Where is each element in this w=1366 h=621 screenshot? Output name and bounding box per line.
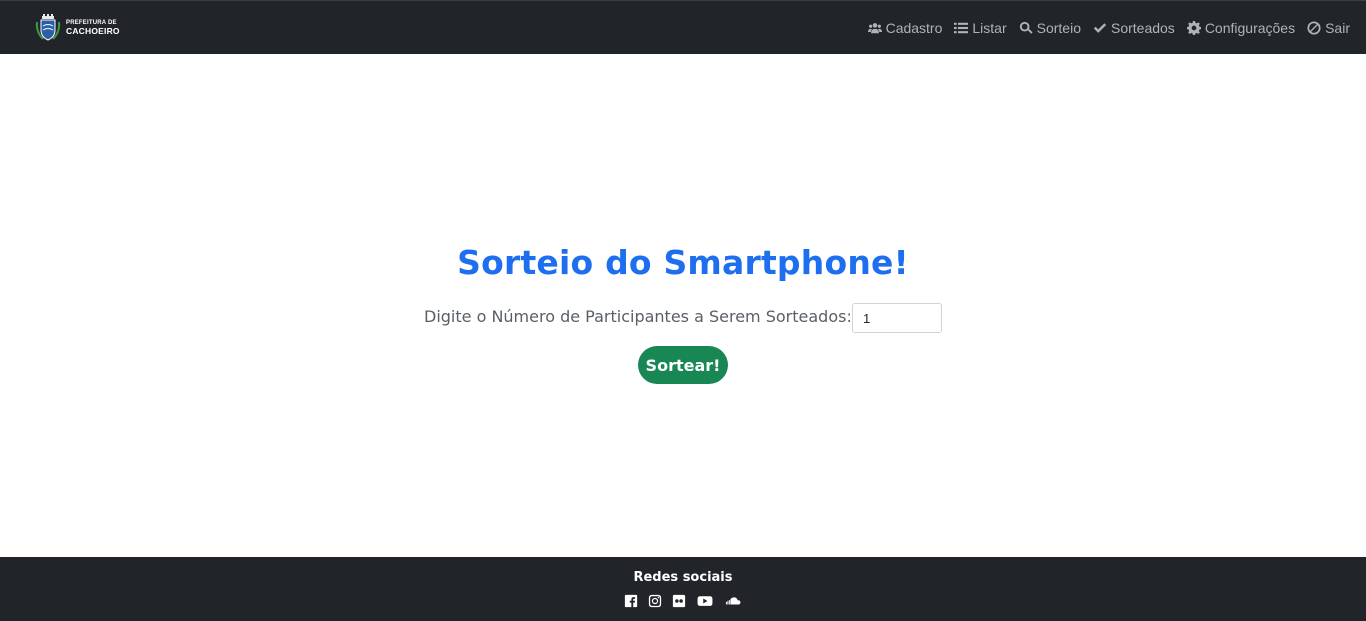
participants-label: Digite o Número de Participantes a Serem…	[424, 307, 852, 326]
participants-input[interactable]	[852, 303, 942, 333]
list-icon	[954, 22, 969, 33]
nav-item-cadastro[interactable]: Cadastro	[867, 19, 943, 36]
page-title: Sorteio do Smartphone!	[457, 243, 909, 282]
page-footer: Redes sociais	[0, 557, 1366, 621]
footer-title: Redes sociais	[633, 570, 733, 585]
brand-logo[interactable]: PREFEITURA DE CACHOEIRO	[34, 13, 120, 42]
facebook-icon[interactable]	[624, 594, 638, 608]
nav-label: Configurações	[1204, 19, 1296, 36]
nav-label: Listar	[972, 19, 1007, 36]
prefeitura-crest-icon	[35, 13, 61, 41]
users-icon	[867, 22, 882, 33]
brand-text: PREFEITURA DE CACHOEIRO	[66, 20, 120, 36]
brand-line1: PREFEITURA DE	[66, 19, 117, 26]
nav-item-sair[interactable]: Sair	[1307, 20, 1350, 36]
nav-label: Sorteio	[1036, 19, 1081, 36]
nav-item-sorteados[interactable]: Sorteados	[1093, 20, 1175, 36]
nav-item-listar[interactable]: Listar	[954, 19, 1007, 36]
sortear-button[interactable]: Sortear!	[638, 346, 728, 384]
flickr-icon[interactable]	[672, 594, 686, 608]
social-links	[0, 594, 1366, 608]
main-content: Sorteio do Smartphone! Digite o Número d…	[0, 54, 1366, 557]
nav-item-configuracoes[interactable]: Configurações	[1186, 19, 1296, 36]
gear-icon	[1186, 20, 1201, 35]
youtube-icon[interactable]	[696, 594, 714, 608]
participants-form-row: Digite o Número de Participantes a Serem…	[0, 302, 1366, 334]
nav-label: Sorteados	[1110, 19, 1175, 36]
main-nav: Cadastro Listar Sorteio Sorteados Config…	[867, 19, 1350, 36]
nav-item-sorteio[interactable]: Sorteio	[1019, 20, 1081, 36]
soundcloud-icon[interactable]	[724, 594, 742, 608]
check-icon	[1093, 22, 1107, 33]
top-navbar: PREFEITURA DE CACHOEIRO Cadastro Listar	[0, 0, 1366, 54]
search-icon	[1019, 21, 1033, 34]
nav-label: Cadastro	[885, 19, 943, 36]
brand-line2: CACHOEIRO	[66, 25, 120, 36]
instagram-icon[interactable]	[648, 594, 662, 608]
nav-label: Sair	[1325, 19, 1350, 36]
ban-icon	[1307, 20, 1321, 35]
